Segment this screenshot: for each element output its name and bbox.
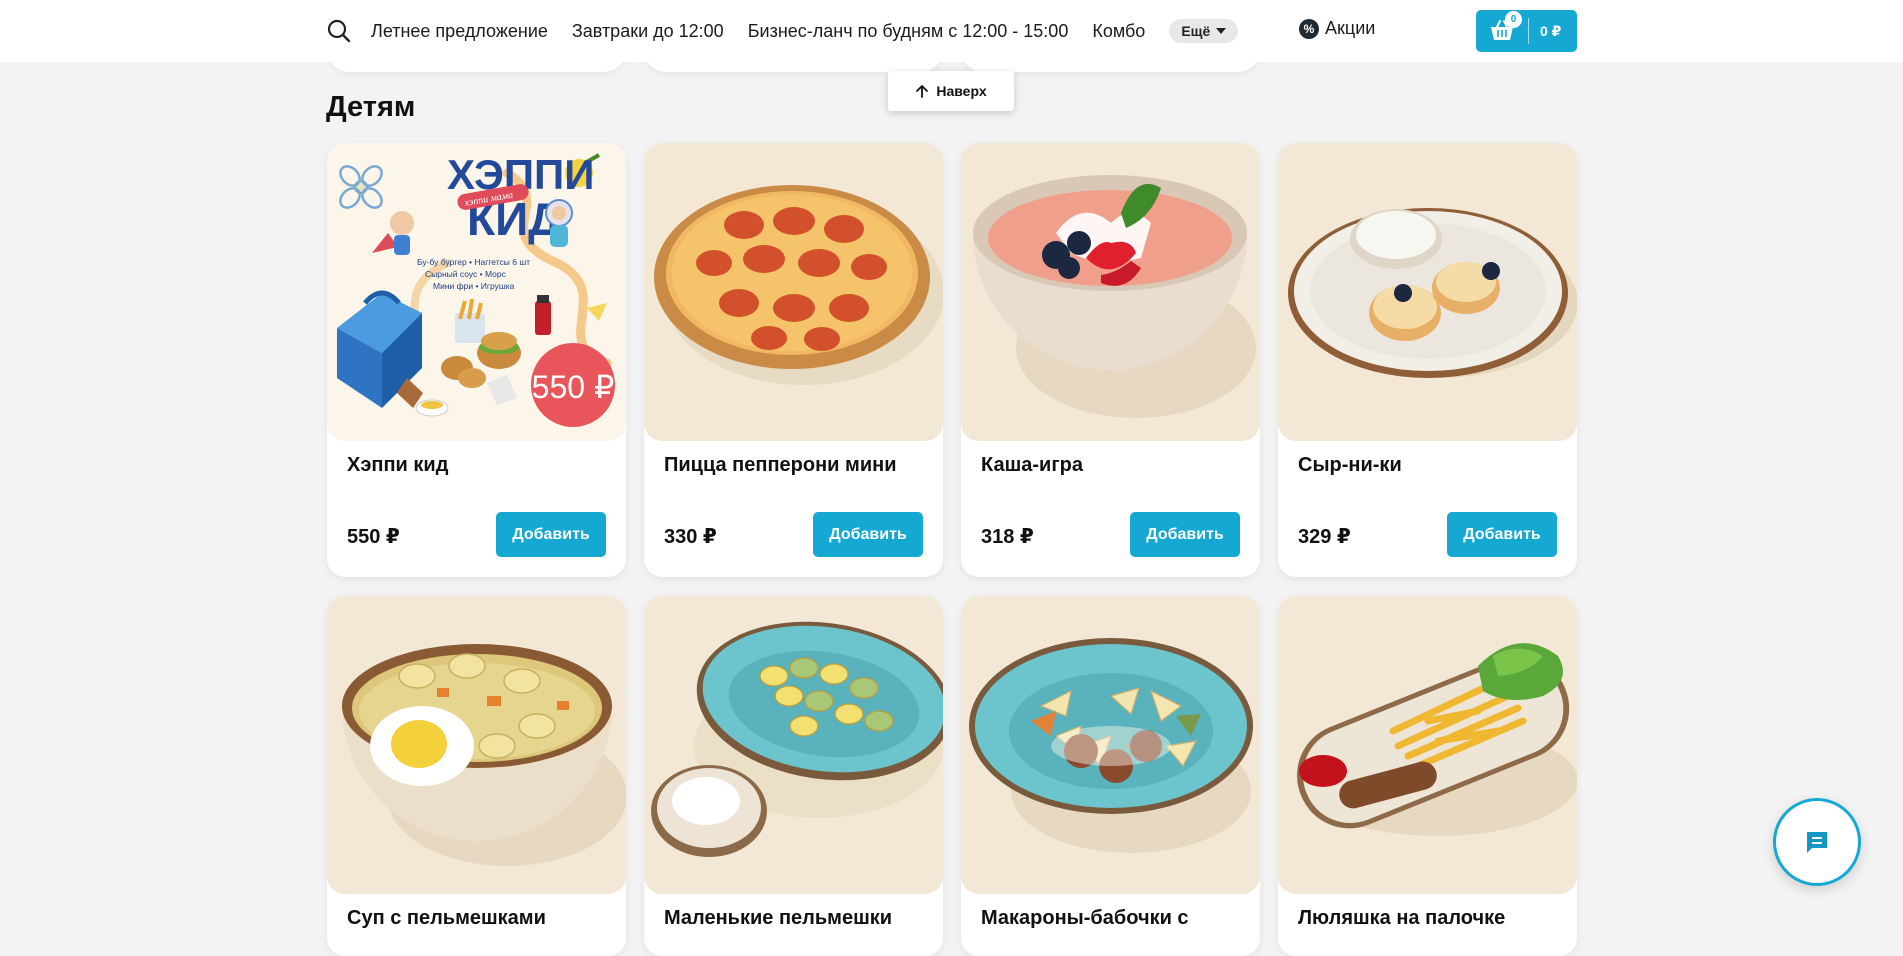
more-label: Ещё [1181, 23, 1211, 39]
product-image[interactable] [644, 143, 943, 441]
cart-divider [1528, 18, 1529, 44]
product-card-bowtie-pasta[interactable]: Макароны-бабочки с [961, 596, 1260, 956]
nav-item-combo[interactable]: Комбо [1092, 21, 1145, 42]
product-image[interactable] [1278, 143, 1577, 441]
back-to-top-label: Наверх [936, 83, 987, 99]
product-card-syrniki[interactable]: Сыр-ни-ки 329 ₽ Добавить [1278, 143, 1577, 577]
chat-icon [1807, 832, 1827, 853]
product-image[interactable] [644, 596, 943, 894]
product-card-pepperoni-pizza[interactable]: Пицца пепперони мини 330 ₽ Добавить [644, 143, 943, 577]
nav-item-breakfast[interactable]: Завтраки до 12:00 [572, 21, 724, 42]
back-to-top-button[interactable]: Наверх [888, 71, 1014, 111]
product-name: Сыр-ни-ки [1298, 454, 1402, 476]
product-image[interactable] [1278, 596, 1577, 894]
cart-count-badge: 0 [1505, 11, 1522, 28]
image-contents-line: Сырный соус • Морс [425, 269, 507, 279]
nav-item-business-lunch[interactable]: Бизнес-ланч по будням с 12:00 - 15:00 [748, 21, 1069, 42]
add-to-cart-button[interactable]: Добавить [1447, 512, 1557, 557]
image-contents-line: Мини фри • Игрушка [433, 281, 515, 291]
product-card-happy-kid[interactable]: ХЭППИ КИД хэппи мама Бу-бу бургер • Нагг… [327, 143, 626, 577]
search-icon[interactable] [325, 17, 353, 45]
image-contents-line: Бу-бу бургер • Наггетсы 6 шт [417, 257, 530, 267]
svg-text:Бу-бу бургер • Наггетсы 6 шт: Бу-бу бургер • Наггетсы 6 шт Сырный соус… [417, 257, 532, 291]
cart-total: 0 ₽ [1540, 22, 1562, 39]
add-to-cart-button[interactable]: Добавить [496, 512, 606, 557]
promotions-label: Акции [1325, 18, 1376, 38]
basket-icon: 0 [1476, 10, 1528, 52]
product-name: Хэппи кид [347, 454, 449, 476]
more-dropdown-button[interactable]: Ещё [1169, 19, 1239, 43]
promotions-link[interactable]: % Акции [1299, 18, 1375, 39]
product-card-lulya-kebab[interactable]: Люляшка на палочке [1278, 596, 1577, 956]
product-image[interactable] [327, 596, 626, 894]
percent-icon: % [1299, 18, 1319, 39]
add-to-cart-button[interactable]: Добавить [813, 512, 923, 557]
chevron-down-icon [1216, 28, 1227, 34]
nav-item-summer-offer[interactable]: Летнее предложение [371, 21, 548, 42]
product-image[interactable] [961, 596, 1260, 894]
cart-button[interactable]: 0 0 ₽ [1476, 10, 1577, 52]
product-card-small-dumplings[interactable]: Маленькие пельмешки [644, 596, 943, 956]
image-price-badge: 550 ₽ [532, 369, 615, 405]
product-price: 318 ₽ [981, 526, 1034, 548]
chat-button[interactable] [1773, 798, 1861, 886]
product-price: 329 ₽ [1298, 526, 1351, 548]
arrow-up-icon [916, 85, 929, 98]
section-title: Детям [326, 91, 416, 123]
product-name: Каша-игра [981, 454, 1083, 476]
top-navigation-bar: Летнее предложение Завтраки до 12:00 Биз… [0, 0, 1903, 62]
product-card-kasha-igra[interactable]: Каша-игра 318 ₽ Добавить [961, 143, 1260, 577]
add-to-cart-button[interactable]: Добавить [1130, 512, 1240, 557]
product-price: 550 ₽ [347, 526, 400, 548]
product-price: 330 ₽ [664, 526, 717, 548]
product-image[interactable] [961, 143, 1260, 441]
product-image[interactable]: ХЭППИ КИД хэппи мама Бу-бу бургер • Нагг… [327, 143, 626, 441]
category-nav: Летнее предложение Завтраки до 12:00 Биз… [371, 0, 1239, 62]
product-card-soup-dumplings[interactable]: Суп с пельмешками [327, 596, 626, 956]
product-name: Пицца пепперони мини [664, 454, 897, 476]
